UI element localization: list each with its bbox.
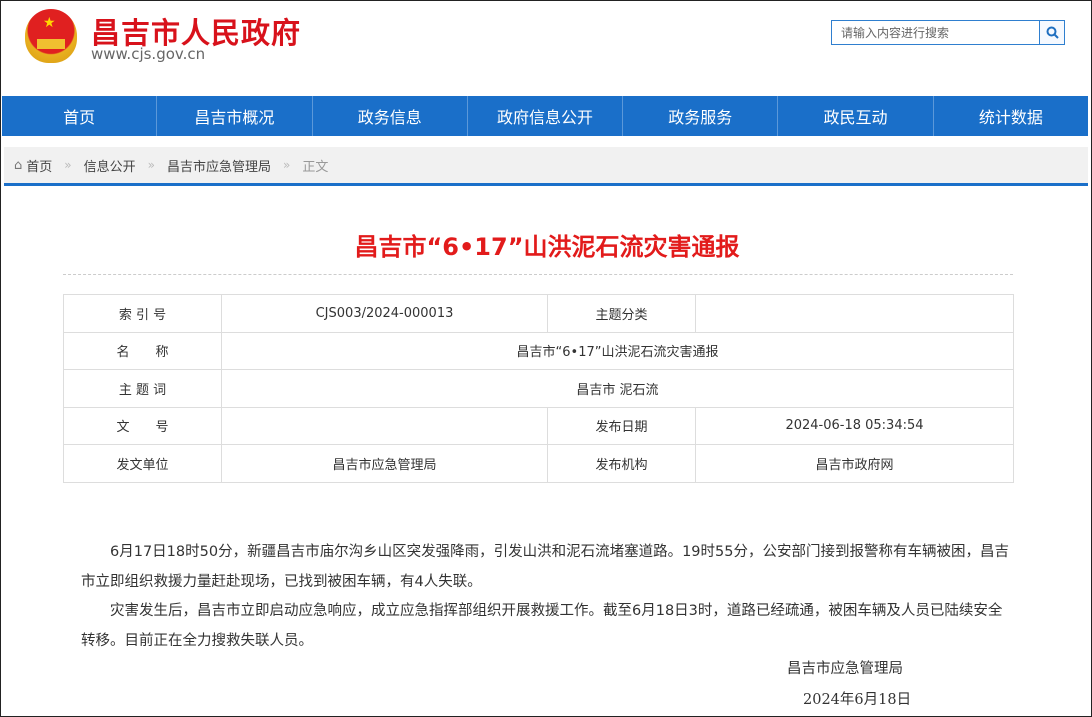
keywords-value: 昌吉市 泥石流 bbox=[221, 369, 1014, 408]
nav-statistics[interactable]: 统计数据 bbox=[934, 96, 1088, 136]
breadcrumb-info[interactable]: 信息公开 bbox=[84, 156, 136, 175]
search-button[interactable] bbox=[1039, 21, 1064, 44]
pub-date-value: 2024-06-18 05:34:54 bbox=[695, 406, 1014, 445]
publisher-value: 昌吉市政府网 bbox=[695, 444, 1014, 483]
table-row: 主 题 词昌吉市 泥石流 bbox=[63, 369, 1014, 408]
index-label: 索 引 号 bbox=[63, 294, 222, 333]
index-value: CJS003/2024-000013 bbox=[221, 294, 548, 333]
nav-services[interactable]: 政务服务 bbox=[623, 96, 779, 136]
paragraph: 6月17日18时50分，新疆昌吉市庙尔沟乡山区突发强降雨，引发山洪和泥石流堵塞道… bbox=[81, 544, 1009, 590]
breadcrumb-separator: » bbox=[147, 158, 155, 172]
topic-value bbox=[695, 294, 1014, 333]
nav-interaction[interactable]: 政民互动 bbox=[778, 96, 934, 136]
search-box bbox=[831, 20, 1065, 45]
signature: 昌吉市应急管理局 bbox=[787, 661, 903, 677]
article-body: 6月17日18时50分，新疆昌吉市庙尔沟乡山区突发强降雨，引发山洪和泥石流堵塞道… bbox=[81, 538, 1011, 656]
divider bbox=[63, 274, 1013, 275]
table-row: 发文单位 昌吉市应急管理局 发布机构 昌吉市政府网 bbox=[63, 444, 1014, 483]
search-input[interactable] bbox=[832, 21, 1039, 44]
keywords-label: 主 题 词 bbox=[63, 369, 222, 408]
breadcrumb-bureau[interactable]: 昌吉市应急管理局 bbox=[167, 156, 271, 175]
issuer-value: 昌吉市应急管理局 bbox=[221, 444, 548, 483]
doc-no-value bbox=[221, 406, 548, 445]
name-value: 昌吉市“6•17”山洪泥石流灾害通报 bbox=[221, 331, 1014, 370]
topic-label: 主题分类 bbox=[547, 294, 696, 333]
national-emblem-logo: ★ bbox=[25, 9, 77, 63]
table-row: 索 引 号 CJS003/2024-000013 主题分类 bbox=[63, 294, 1014, 333]
site-url: www.cjs.gov.cn bbox=[91, 45, 206, 63]
search-icon bbox=[1046, 26, 1059, 39]
issuer-label: 发文单位 bbox=[63, 444, 222, 483]
paragraph: 灾害发生后，昌吉市立即启动应急响应，成立应急指挥部组织开展救援工作。截至6月18… bbox=[81, 603, 1003, 649]
breadcrumb-separator: » bbox=[283, 158, 291, 172]
table-row: 名 称昌吉市“6•17”山洪泥石流灾害通报 bbox=[63, 331, 1014, 370]
breadcrumb-current: 正文 bbox=[302, 159, 329, 175]
breadcrumb-home[interactable]: 首页 bbox=[26, 156, 52, 175]
nav-info-disclosure[interactable]: 政府信息公开 bbox=[468, 96, 624, 136]
header: ★ 昌吉市人民政府 www.cjs.gov.cn bbox=[1, 1, 1092, 96]
nav-gov-info[interactable]: 政务信息 bbox=[313, 96, 468, 136]
breadcrumb-separator: » bbox=[64, 158, 72, 172]
pub-date-label: 发布日期 bbox=[547, 406, 696, 445]
doc-no-label: 文 号 bbox=[63, 406, 222, 445]
publisher-label: 发布机构 bbox=[547, 444, 696, 483]
home-icon: ⌂ bbox=[14, 157, 23, 173]
nav-overview[interactable]: 昌吉市概况 bbox=[157, 96, 313, 136]
nav-home[interactable]: 首页 bbox=[2, 96, 158, 136]
main-nav: 首页 昌吉市概况 政务信息 政府信息公开 政务服务 政民互动 统计数据 bbox=[2, 96, 1088, 136]
table-row: 文 号 发布日期 2024-06-18 05:34:54 bbox=[63, 406, 1014, 445]
breadcrumb: ⌂ 首页 » 信息公开 » 昌吉市应急管理局 » 正文 bbox=[4, 147, 1088, 186]
meta-table: 索 引 号 CJS003/2024-000013 主题分类 名 称昌吉市“6•17”… bbox=[63, 294, 1014, 483]
name-label: 名 称 bbox=[63, 331, 222, 370]
article-title: 昌吉市“6•17”山洪泥石流灾害通报 bbox=[354, 233, 740, 261]
sign-date: 2024年6月18日 bbox=[803, 692, 912, 708]
